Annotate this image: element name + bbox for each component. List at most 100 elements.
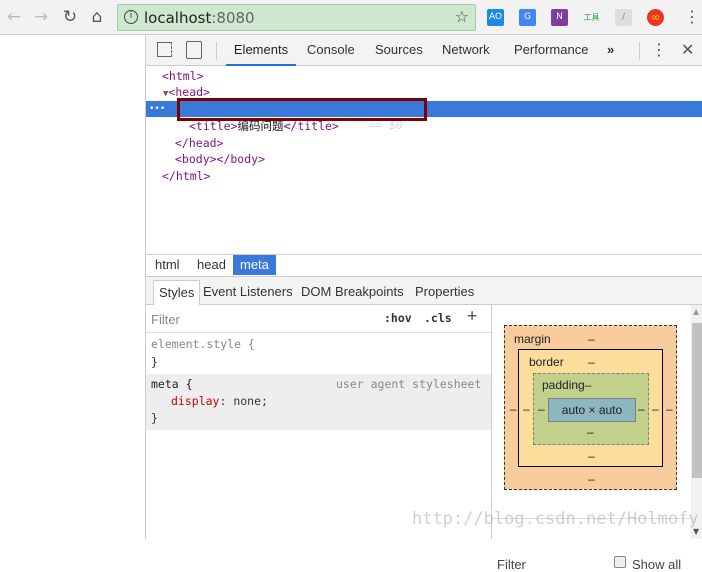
tab-console[interactable]: Console [307, 35, 355, 66]
tab-elements[interactable]: Elements [226, 35, 296, 66]
tag: <html> [162, 69, 204, 83]
close-brace: } [151, 411, 158, 425]
dom-node-body[interactable]: <body></body> [146, 151, 702, 167]
new-rule-plus-icon[interactable]: + [467, 306, 477, 326]
padding-left: – [538, 402, 545, 416]
tag: <title> [189, 119, 238, 133]
close-devtools-icon[interactable]: ✕ [681, 40, 694, 59]
extension-tools-icon[interactable]: 工具 [583, 9, 600, 26]
scroll-up-icon[interactable]: ▲ [693, 307, 699, 316]
tab-sources[interactable]: Sources [375, 35, 423, 66]
text-node: 编码问题 [237, 119, 284, 133]
url-port: :8080 [211, 9, 255, 27]
browser-toolbar: ← → ↻ ⌂ i localhost:8080 ☆ AO G N 工具 / ∞… [0, 0, 702, 35]
border-label: border [529, 355, 564, 369]
rule-source: user agent stylesheet [336, 377, 482, 391]
tag: <body></body> [175, 152, 266, 166]
padding-label: padding– [542, 378, 591, 392]
more-tabs-button[interactable]: » [607, 35, 614, 66]
breadcrumb-html[interactable]: html [148, 255, 187, 275]
dom-tree: <html> ▼<head> ••• <meta charset="UTF-8">… [146, 66, 702, 254]
forward-arrow-icon[interactable]: → [30, 6, 52, 28]
more-dots-icon[interactable]: ••• [149, 101, 165, 117]
border-left: – [523, 402, 530, 416]
menu-dots-icon[interactable]: ⋮ [684, 7, 700, 26]
tag: </head> [175, 136, 224, 150]
devtools-tabbar: Elements Console Sources Network Perform… [146, 35, 702, 66]
reload-icon[interactable]: ↻ [59, 6, 81, 28]
styles-filter-input[interactable]: Filter [151, 312, 180, 327]
border-top: – [588, 355, 595, 369]
watermark: http://blog.csdn.net/Holmofy [412, 509, 699, 529]
tab-network[interactable]: Network [442, 35, 490, 66]
box-content: auto × auto [548, 398, 636, 422]
inspect-element-icon[interactable] [157, 42, 172, 57]
extension-ao-icon[interactable]: AO [487, 9, 504, 26]
element-style-selector[interactable]: element.style { [151, 337, 255, 351]
device-toolbar-icon[interactable] [186, 41, 202, 59]
tab-performance[interactable]: Performance [514, 35, 588, 66]
styles-pane: Filter :hov .cls + element.style { } met… [146, 305, 491, 539]
margin-bottom: – [588, 472, 595, 486]
url-text: localhost:8080 [144, 9, 255, 27]
style-declaration: display: none; [171, 394, 268, 408]
margin-label: margin [514, 332, 551, 346]
extension-translate-icon[interactable]: G [519, 9, 536, 26]
tag: <head> [168, 85, 210, 99]
margin-right: – [666, 402, 673, 416]
devtools-menu-icon[interactable]: ⋮ [651, 40, 667, 59]
tab-dom-breakpoints[interactable]: DOM Breakpoints [296, 280, 409, 305]
box-border: border – – – – padding– – – – auto × aut… [518, 349, 663, 467]
close-brace: } [151, 355, 158, 369]
extension-feather-icon[interactable]: / [615, 9, 632, 26]
padding-text: padding [542, 378, 585, 392]
dom-node-head-close: </head> [146, 135, 702, 151]
star-icon[interactable]: ☆ [455, 7, 469, 26]
scrollbar-thumb[interactable] [692, 323, 702, 478]
divider [216, 42, 217, 60]
dom-node-html-close: </html> [146, 168, 702, 184]
selector-text: element.style { [151, 337, 255, 351]
property-name: display [171, 394, 220, 408]
border-right: – [652, 402, 659, 416]
margin-top: – [588, 332, 595, 346]
box-padding: padding– – – – auto × auto [533, 373, 649, 445]
hov-button[interactable]: :hov [384, 311, 412, 325]
url-host: localhost [144, 9, 212, 27]
styles-filter-bar: Filter :hov .cls + [146, 305, 491, 333]
computed-filter-input[interactable]: Filter [497, 557, 526, 572]
show-all-label: Show all [632, 557, 682, 572]
tag: </html> [162, 169, 211, 183]
rule-selector: meta { [151, 377, 193, 391]
box-margin: margin – – – – border – – – – padding– –… [504, 325, 677, 490]
ua-rule: meta { user agent stylesheet display: no… [146, 374, 491, 430]
extension-infinity-icon[interactable]: ∞ [647, 9, 664, 26]
tab-styles[interactable]: Styles [153, 280, 201, 305]
padding-right: – [638, 402, 645, 416]
breadcrumb-meta[interactable]: meta [233, 255, 276, 275]
show-all-checkbox[interactable] [614, 556, 626, 568]
breadcrumb-head[interactable]: head [190, 255, 233, 275]
home-icon[interactable]: ⌂ [86, 6, 108, 28]
cls-button[interactable]: .cls [424, 311, 452, 325]
extension-onenote-icon[interactable]: N [551, 9, 568, 26]
scrollbar[interactable]: ▲ ▼ [691, 305, 702, 539]
property-value: none; [233, 394, 268, 408]
tab-properties[interactable]: Properties [410, 280, 479, 305]
divider [639, 42, 640, 60]
padding-bottom: – [587, 425, 594, 439]
margin-left: – [510, 402, 517, 416]
padding-top: – [584, 378, 592, 392]
sidebar-tabs: Styles Event Listeners DOM Breakpoints P… [146, 276, 702, 305]
dom-node-title[interactable]: <title>编码问题</title> [146, 118, 702, 134]
address-bar[interactable]: i localhost:8080 ☆ [117, 4, 476, 31]
box-model-pane: margin – – – – border – – – – padding– –… [491, 305, 692, 572]
back-arrow-icon[interactable]: ← [3, 6, 25, 28]
border-bottom: – [588, 449, 595, 463]
dom-node-html[interactable]: <html> [146, 68, 702, 84]
breadcrumb: html head meta [146, 254, 702, 275]
tag: </title> [283, 119, 339, 133]
devtools-panel: Elements Console Sources Network Perform… [145, 35, 702, 572]
info-icon[interactable]: i [124, 10, 138, 24]
tab-event-listeners[interactable]: Event Listeners [198, 280, 298, 305]
